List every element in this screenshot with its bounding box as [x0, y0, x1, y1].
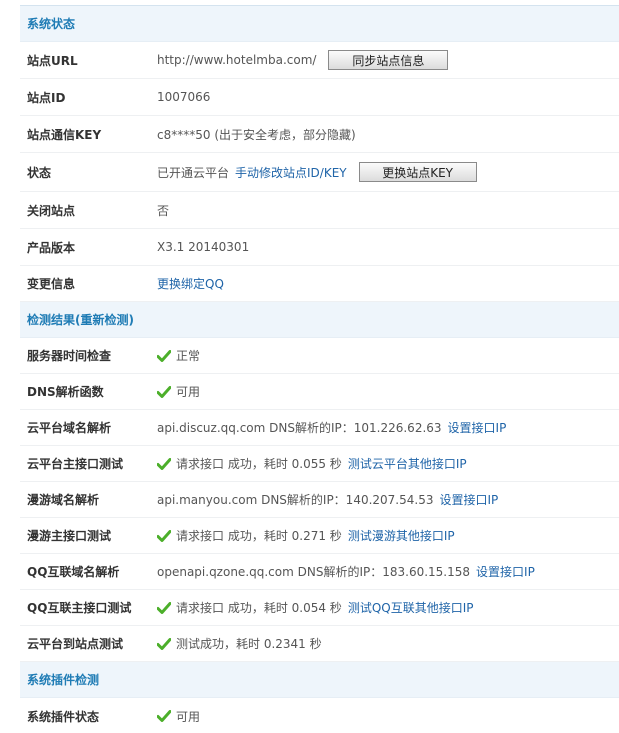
- section-header-system-status: 系统状态: [20, 6, 619, 42]
- row-version: 产品版本 X3.1 20140301: [20, 229, 619, 266]
- detection-action-link[interactable]: 测试QQ互联其他接口IP: [348, 599, 474, 616]
- row-value: 正常: [157, 347, 619, 364]
- row-value: 测试成功，耗时 0.2341 秒: [157, 635, 619, 652]
- site-key-value: c8****50 (出于安全考虑，部分隐藏): [157, 127, 356, 142]
- row-status: 状态 已开通云平台 手动修改站点ID/KEY 更换站点KEY: [20, 153, 619, 192]
- result-text: 可用: [176, 385, 201, 399]
- plugin-status-text: 可用: [176, 709, 201, 724]
- detection-rows: 服务器时间检查 正常 DNS解析函数 可用云平台域名解析 api.discuz.qq.c…: [20, 338, 619, 662]
- check-icon: [157, 385, 171, 398]
- detection-action-link[interactable]: 设置接口IP: [476, 563, 535, 580]
- section-header-plugins: 系统插件检测: [20, 662, 619, 698]
- row-label: 系统插件状态: [27, 709, 100, 724]
- row-value: openapi.qzone.qq.com DNS解析的IP：183.60.15.…: [157, 563, 619, 580]
- row-label: 变更信息: [27, 277, 76, 291]
- row-close-site: 关闭站点 否: [20, 192, 619, 229]
- row-value: 请求接口 成功，耗时 0.054 秒测试QQ互联其他接口IP: [157, 599, 619, 616]
- row-site-key: 站点通信KEY c8****50 (出于安全考虑，部分隐藏): [20, 116, 619, 153]
- detection-row: 漫游主接口测试 请求接口 成功，耗时 0.271 秒测试漫游其他接口IP: [20, 518, 619, 554]
- row-label: 漫游域名解析: [27, 493, 100, 507]
- detection-action-link[interactable]: 设置接口IP: [439, 491, 498, 508]
- cloud-status-panel: 系统状态 站点URL http://www.hotelmba.com/ 同步站点…: [20, 5, 619, 733]
- check-icon: [157, 529, 171, 542]
- row-value: 可用: [157, 708, 619, 725]
- section-header-detection: 检测结果 (重新检测): [20, 302, 619, 338]
- row-label: DNS解析函数: [27, 385, 104, 399]
- row-plugin-status: 系统插件状态 可用: [20, 698, 619, 733]
- site-id-value: 1007066: [157, 90, 211, 104]
- change-bound-qq-link[interactable]: 更换绑定QQ: [157, 275, 224, 292]
- section-title: 检测结果: [27, 313, 76, 327]
- row-label: 站点ID: [27, 90, 66, 105]
- row-change-info: 变更信息 更换绑定QQ: [20, 266, 619, 302]
- row-value: 请求接口 成功，耗时 0.271 秒测试漫游其他接口IP: [157, 527, 619, 544]
- check-icon: [157, 601, 171, 614]
- recheck-link[interactable]: (重新检测): [75, 311, 134, 328]
- detection-row: DNS解析函数 可用: [20, 374, 619, 410]
- row-value: api.discuz.qq.com DNS解析的IP：101.226.62.63…: [157, 419, 619, 436]
- change-site-key-button[interactable]: 更换站点KEY: [358, 162, 477, 182]
- row-label: 云平台主接口测试: [27, 457, 124, 471]
- row-label: 站点通信KEY: [27, 127, 102, 142]
- row-value: 可用: [157, 383, 619, 400]
- detection-row: 服务器时间检查 正常: [20, 338, 619, 374]
- result-text: 请求接口 成功，耗时 0.271 秒: [176, 529, 342, 543]
- detection-action-link[interactable]: 设置接口IP: [448, 419, 507, 436]
- result-text: 请求接口 成功，耗时 0.054 秒: [176, 601, 342, 615]
- sync-site-info-button[interactable]: 同步站点信息: [328, 50, 449, 70]
- row-label: 云平台到站点测试: [27, 637, 124, 651]
- row-label: 云平台域名解析: [27, 421, 112, 435]
- row-label: 状态: [27, 165, 52, 180]
- row-label: QQ互联域名解析: [27, 565, 120, 579]
- row-label: QQ互联主接口测试: [27, 601, 132, 615]
- row-label: 服务器时间检查: [27, 349, 112, 363]
- detection-action-link[interactable]: 测试漫游其他接口IP: [348, 527, 455, 544]
- row-label: 产品版本: [27, 240, 76, 255]
- row-value: api.manyou.com DNS解析的IP：140.207.54.53 设置接…: [157, 491, 619, 508]
- row-label: 漫游主接口测试: [27, 529, 112, 543]
- row-value: 更换绑定QQ: [157, 275, 619, 292]
- status-text: 已开通云平台: [157, 165, 230, 180]
- detection-row: 云平台主接口测试 请求接口 成功，耗时 0.055 秒测试云平台其他接口IP: [20, 446, 619, 482]
- row-value: 请求接口 成功，耗时 0.055 秒测试云平台其他接口IP: [157, 455, 619, 472]
- detection-row: 云平台到站点测试 测试成功，耗时 0.2341 秒: [20, 626, 619, 662]
- result-text: 正常: [176, 349, 201, 363]
- row-site-url: 站点URL http://www.hotelmba.com/ 同步站点信息: [20, 42, 619, 79]
- result-text: api.manyou.com DNS解析的IP：140.207.54.53: [157, 493, 434, 507]
- manual-edit-id-key-link[interactable]: 手动修改站点ID/KEY: [235, 164, 347, 181]
- detection-row: QQ互联主接口测试 请求接口 成功，耗时 0.054 秒测试QQ互联其他接口IP: [20, 590, 619, 626]
- detection-row: 漫游域名解析 api.manyou.com DNS解析的IP：140.207.54…: [20, 482, 619, 518]
- site-url-text: http://www.hotelmba.com/: [157, 53, 317, 67]
- result-text: 测试成功，耗时 0.2341 秒: [176, 637, 322, 651]
- row-label: 站点URL: [27, 53, 78, 68]
- detection-row: QQ互联域名解析 openapi.qzone.qq.com DNS解析的IP：18…: [20, 554, 619, 590]
- check-icon: [157, 349, 171, 362]
- result-text: api.discuz.qq.com DNS解析的IP：101.226.62.63: [157, 421, 442, 435]
- result-text: 请求接口 成功，耗时 0.055 秒: [176, 457, 342, 471]
- check-icon: [157, 637, 171, 650]
- detection-action-link[interactable]: 测试云平台其他接口IP: [348, 455, 467, 472]
- page: 系统状态 站点URL http://www.hotelmba.com/ 同步站点…: [0, 0, 619, 733]
- version-value: X3.1 20140301: [157, 240, 250, 254]
- check-icon: [157, 710, 171, 722]
- row-value: http://www.hotelmba.com/ 同步站点信息: [157, 50, 619, 70]
- section-title: 系统插件检测: [27, 673, 100, 687]
- detection-row: 云平台域名解析 api.discuz.qq.com DNS解析的IP：101.22…: [20, 410, 619, 446]
- row-label: 关闭站点: [27, 203, 76, 218]
- check-icon: [157, 457, 171, 470]
- section-title: 系统状态: [27, 17, 76, 31]
- close-site-value: 否: [157, 203, 170, 218]
- result-text: openapi.qzone.qq.com DNS解析的IP：183.60.15.…: [157, 565, 471, 579]
- left-margin: [0, 0, 20, 733]
- row-value: 已开通云平台 手动修改站点ID/KEY 更换站点KEY: [157, 162, 619, 182]
- row-site-id: 站点ID 1007066: [20, 79, 619, 116]
